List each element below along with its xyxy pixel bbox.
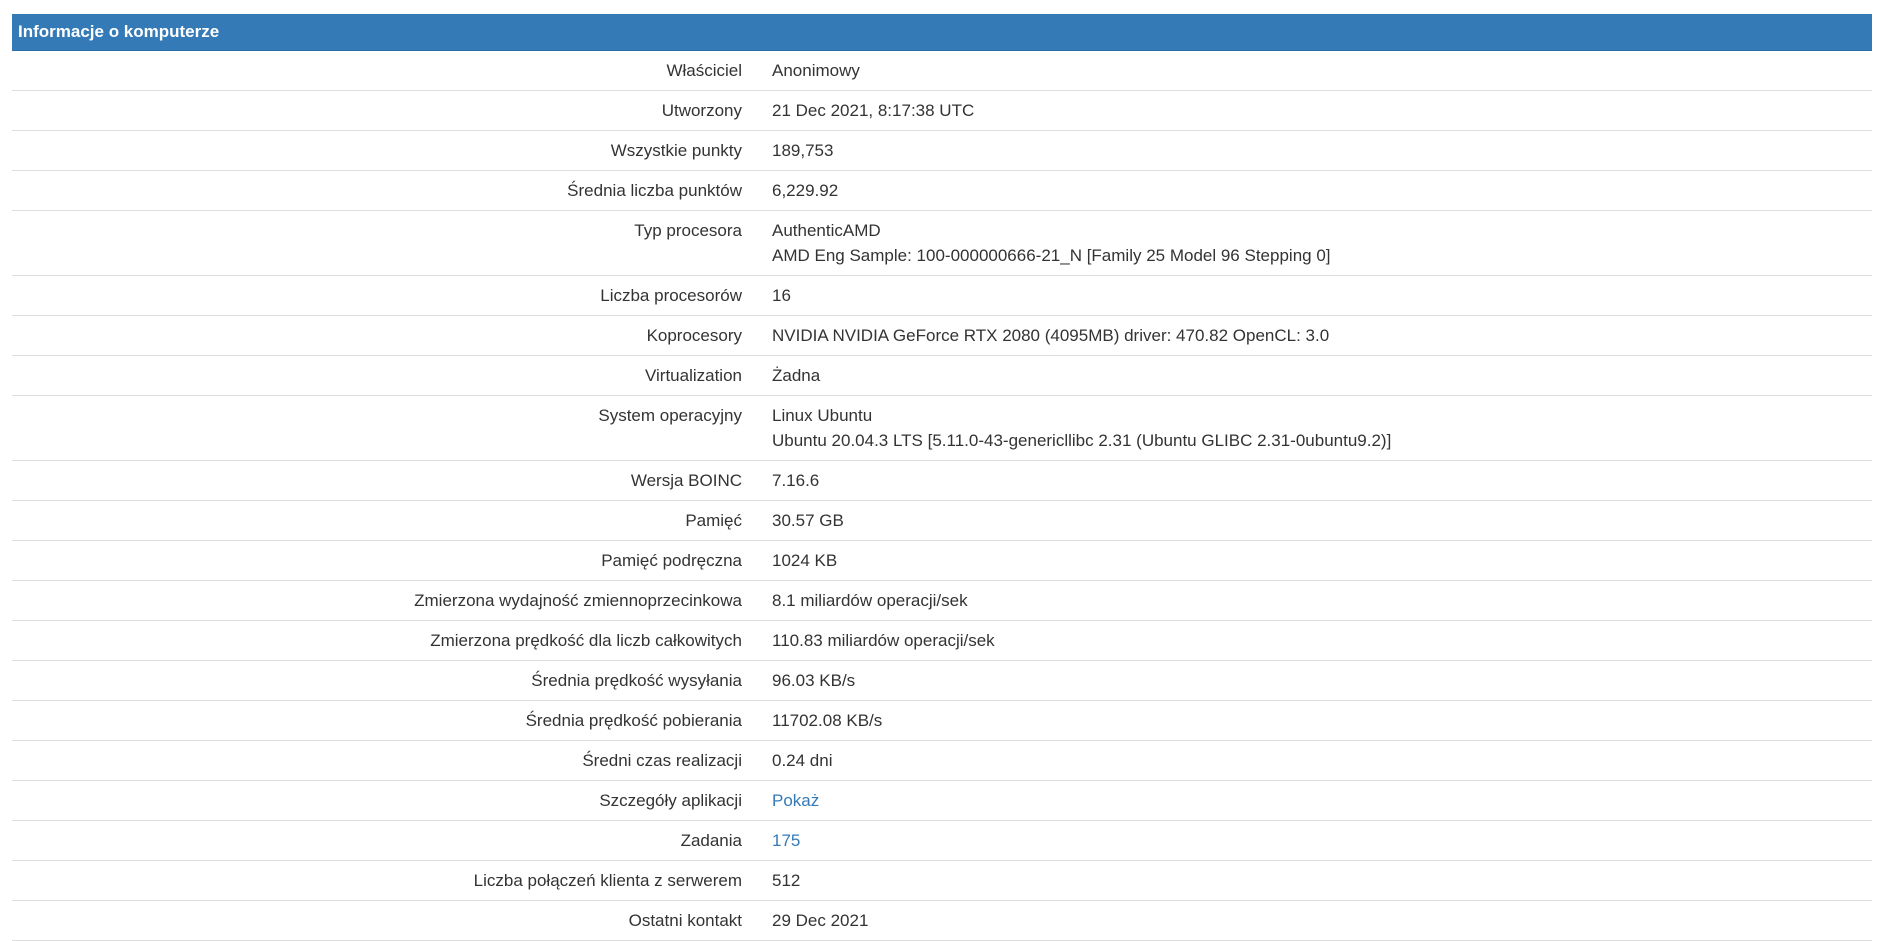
row-label: Typ procesora <box>634 221 742 240</box>
row-label: Zmierzona wydajność zmiennoprzecinkowa <box>414 591 742 610</box>
cpu-vendor: AuthenticAMD <box>772 221 881 240</box>
row-tasks: Zadania 175 <box>12 821 1872 861</box>
row-value: NVIDIA NVIDIA GeForce RTX 2080 (4095MB) … <box>772 326 1330 345</box>
row-value: 30.57 GB <box>772 511 844 530</box>
row-value: 29 Dec 2021 <box>772 911 869 930</box>
row-total-credit: Wszystkie punkty 189,753 <box>12 131 1872 171</box>
row-coprocessors: Koprocesory NVIDIA NVIDIA GeForce RTX 20… <box>12 316 1872 356</box>
row-value: 110.83 miliardów operacji/sek <box>772 631 995 650</box>
row-label: Pamięć podręczna <box>601 551 742 570</box>
row-label: Średni czas realizacji <box>582 751 742 770</box>
row-label: Pamięć <box>685 511 742 530</box>
row-owner: Właściciel Anonimowy <box>12 51 1872 91</box>
tasks-link[interactable]: 175 <box>772 831 800 850</box>
row-download-rate: Średnia prędkość pobierania 11702.08 KB/… <box>12 701 1872 741</box>
os-version: Ubuntu 20.04.3 LTS [5.11.0-43-genericlli… <box>772 431 1392 450</box>
row-label: Zadania <box>680 831 742 850</box>
row-value: Anonimowy <box>772 61 860 80</box>
row-value: 7.16.6 <box>772 471 820 490</box>
row-label: Liczba procesorów <box>600 286 742 305</box>
row-cpu-count: Liczba procesorów 16 <box>12 276 1872 316</box>
row-label: System operacyjny <box>598 406 742 425</box>
row-label: Zmierzona prędkość dla liczb całkowitych <box>430 631 742 650</box>
row-value: 6,229.92 <box>772 181 839 200</box>
show-application-details-link[interactable]: Pokaż <box>772 791 819 810</box>
row-value: 96.03 KB/s <box>772 671 856 690</box>
row-created: Utworzony 21 Dec 2021, 8:17:38 UTC <box>12 91 1872 131</box>
row-label: Szczegóły aplikacji <box>599 791 742 810</box>
row-label: Właściciel <box>666 61 742 80</box>
row-virtualization: Virtualization Żadna <box>12 356 1872 396</box>
row-boinc-version: Wersja BOINC 7.16.6 <box>12 461 1872 501</box>
row-cache: Pamięć podręczna 1024 KB <box>12 541 1872 581</box>
row-value: 8.1 miliardów operacji/sek <box>772 591 968 610</box>
row-operating-system: System operacyjny Linux Ubuntu Ubuntu 20… <box>12 396 1872 461</box>
row-value: 189,753 <box>772 141 834 160</box>
row-label: Wersja BOINC <box>630 471 742 490</box>
row-value: Żadna <box>772 366 821 385</box>
row-value: 21 Dec 2021, 8:17:38 UTC <box>772 101 975 120</box>
row-value: Linux Ubuntu Ubuntu 20.04.3 LTS [5.11.0-… <box>772 396 1872 461</box>
row-value: AuthenticAMD AMD Eng Sample: 100-0000006… <box>772 211 1872 276</box>
row-value: 512 <box>772 871 801 890</box>
row-rpc-count: Liczba połączeń klienta z serwerem 512 <box>12 861 1872 901</box>
row-upload-rate: Średnia prędkość wysyłania 96.03 KB/s <box>12 661 1872 701</box>
os-name: Linux Ubuntu <box>772 406 873 425</box>
row-value: Pokaż <box>772 781 1872 821</box>
row-label: Virtualization <box>644 366 742 385</box>
computer-info-table: Właściciel Anonimowy Utworzony 21 Dec 20… <box>12 51 1872 941</box>
row-value: 175 <box>772 821 1872 861</box>
row-label: Liczba połączeń klienta z serwerem <box>473 871 742 890</box>
row-cpu-type: Typ procesora AuthenticAMD AMD Eng Sampl… <box>12 211 1872 276</box>
row-float-speed: Zmierzona wydajność zmiennoprzecinkowa 8… <box>12 581 1872 621</box>
row-label: Średnia prędkość wysyłania <box>531 671 742 690</box>
row-label: Koprocesory <box>646 326 742 345</box>
row-label: Średnia prędkość pobierania <box>525 711 742 730</box>
row-turnaround-time: Średni czas realizacji 0.24 dni <box>12 741 1872 781</box>
row-memory: Pamięć 30.57 GB <box>12 501 1872 541</box>
row-value: 1024 KB <box>772 551 838 570</box>
row-label: Utworzony <box>661 101 742 120</box>
row-label: Wszystkie punkty <box>610 141 742 160</box>
panel-title: Informacje o komputerze <box>12 14 1872 51</box>
cpu-model: AMD Eng Sample: 100-000000666-21_N [Fami… <box>772 246 1331 265</box>
computer-info-panel: Informacje o komputerze Właściciel Anoni… <box>12 14 1872 941</box>
row-average-credit: Średnia liczba punktów 6,229.92 <box>12 171 1872 211</box>
row-value: 0.24 dni <box>772 751 833 770</box>
row-label: Ostatni kontakt <box>628 911 742 930</box>
row-application-details: Szczegóły aplikacji Pokaż <box>12 781 1872 821</box>
row-label: Średnia liczba punktów <box>567 181 742 200</box>
row-integer-speed: Zmierzona prędkość dla liczb całkowitych… <box>12 621 1872 661</box>
row-value: 16 <box>772 286 791 305</box>
row-last-contact: Ostatni kontakt 29 Dec 2021 <box>12 901 1872 941</box>
row-value: 11702.08 KB/s <box>772 711 883 730</box>
